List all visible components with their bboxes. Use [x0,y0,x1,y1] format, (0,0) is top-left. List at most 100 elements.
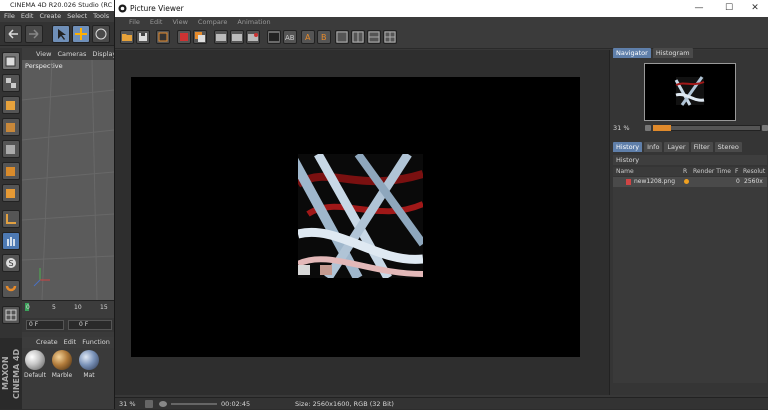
channel-icon [269,33,279,41]
compare-b-button[interactable] [230,30,244,44]
minimize-button[interactable]: — [685,0,713,17]
tab-info[interactable]: Info [644,142,663,152]
channel-a-button[interactable]: A [301,30,315,44]
snap-button[interactable]: S [2,254,20,272]
channel-rgb-button[interactable] [267,30,281,44]
status-zoom[interactable]: 31 % [119,398,136,410]
polygons-icon [6,145,15,154]
layout-4-button[interactable] [383,30,397,44]
save-button[interactable] [136,30,150,44]
tab-filter[interactable]: Filter [690,142,713,152]
history-row-frame: 0 [736,178,740,185]
column-r[interactable]: R [683,167,687,176]
render-canvas[interactable] [131,77,580,357]
render-region-button[interactable] [156,30,170,44]
column-render-time[interactable]: Render Time [693,167,731,176]
playback-progress[interactable] [171,403,217,405]
min-frame-field[interactable]: 0 F [68,320,112,330]
zoom-in-button[interactable] [762,125,768,131]
pv-menu-view[interactable]: View [172,17,187,28]
hand-icon [7,237,15,246]
undo-button[interactable] [4,25,22,43]
tweak-button[interactable] [2,232,20,250]
edges-mode-button[interactable] [2,118,20,136]
points-mode-button[interactable] [2,96,20,114]
svg-text:AB: AB [285,34,295,42]
render-copy-button[interactable] [193,30,207,44]
viewport-menu-view[interactable]: View [36,48,51,60]
layout-2-button[interactable] [351,30,365,44]
workplane-button[interactable] [2,210,20,228]
magnet-icon [5,285,17,292]
c4d-menubar: File Edit Create Select Tools [0,11,114,22]
a-channel-icon: A [305,33,311,42]
navigator-thumbnail[interactable] [644,63,736,121]
compare-a-icon [216,34,226,41]
perspective-viewport[interactable]: View Cameras Display Perspective [22,48,116,300]
c4d-menu-tools[interactable]: Tools [93,11,109,22]
compare-swap-button[interactable] [246,30,260,44]
tab-stereo[interactable]: Stereo [714,142,742,152]
stop-render-button[interactable] [177,30,191,44]
open-button[interactable] [120,30,134,44]
pv-menu-animation[interactable]: Animation [237,17,270,28]
channel-b-button[interactable]: B [317,30,331,44]
uv-mode-button[interactable] [2,162,20,180]
axis-mode-button[interactable] [2,184,20,202]
timeline[interactable]: 0 5 10 15 [22,300,114,318]
c4d-menu-create[interactable]: Create [39,11,61,22]
layout-3-button[interactable] [367,30,381,44]
tab-history[interactable]: History [613,142,643,152]
timeline-tick-5: 5 [52,304,56,311]
pv-menu-file[interactable]: File [129,17,140,28]
magnet-button[interactable] [2,280,20,298]
pv-menu-compare[interactable]: Compare [198,17,228,28]
zoom-dropdown-button[interactable] [145,400,153,408]
column-resolution[interactable]: Resolut [743,167,765,176]
material-marble[interactable]: Marble [50,350,74,379]
close-button[interactable]: ✕ [741,0,768,17]
material-default[interactable]: Default [23,350,47,379]
zoom-out-button[interactable] [645,125,651,131]
svg-text:S: S [9,259,14,268]
pv-menu-edit[interactable]: Edit [150,17,163,28]
redo-button[interactable] [25,25,43,43]
material-mat[interactable]: Mat [77,350,101,379]
axis-gizmo [33,268,50,287]
render-icon [158,32,168,42]
material-menu-function[interactable]: Function [82,337,110,348]
rendered-image [298,154,423,278]
play-button[interactable] [159,401,167,407]
c4d-menu-edit[interactable]: Edit [21,11,34,22]
polygons-mode-button[interactable] [2,140,20,158]
maximize-button[interactable]: ☐ [715,0,743,17]
c4d-title-bar: CINEMA 4D R20.026 Studio (RC [0,0,114,11]
checker-mode-button[interactable] [2,74,20,92]
column-f[interactable]: F [735,167,738,176]
layout-1-button[interactable] [335,30,349,44]
viewport-menubar: View Cameras Display [22,48,116,60]
history-row-name: new1208.png [634,178,675,185]
current-frame-field[interactable]: 0 F [26,320,64,330]
material-menu-edit[interactable]: Edit [64,337,77,348]
viewport-menu-display[interactable]: Display [92,48,116,60]
column-name[interactable]: Name [616,167,634,176]
model-mode-button[interactable] [2,52,20,70]
history-row[interactable]: new1208.png 0 2560x [613,177,767,187]
material-menu-create[interactable]: Create [36,337,58,348]
material-mat-swatch [79,350,99,370]
layout-grid-icon [368,31,380,43]
tab-navigator[interactable]: Navigator [613,48,651,58]
compare-a-button[interactable] [214,30,228,44]
viewport-menu-cameras[interactable]: Cameras [57,48,86,60]
move-tool-button[interactable] [72,25,90,43]
image-view-area[interactable] [115,50,609,395]
lock-grid-button[interactable] [2,306,20,324]
rotate-tool-button[interactable] [92,25,110,43]
c4d-menu-file[interactable]: File [4,11,15,22]
tab-histogram[interactable]: Histogram [652,48,693,58]
c4d-menu-select[interactable]: Select [67,11,87,22]
select-tool-button[interactable] [52,25,70,43]
tab-layer[interactable]: Layer [664,142,689,152]
channel-alpha-button[interactable]: AB [283,30,297,44]
